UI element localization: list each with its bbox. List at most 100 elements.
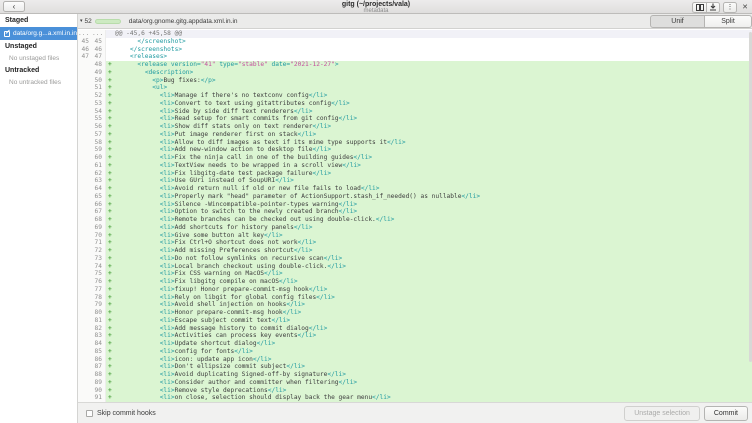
old-line-number [78,317,92,325]
diff-line[interactable]: 4545 </screenshot> [78,38,752,46]
sidebar-item-file[interactable]: data/org.g...a.xml.in.in [0,27,77,40]
diff-line[interactable]: 60+ <li>Fix the ninja call in one of the… [78,154,752,162]
diff-line[interactable]: 74+ <li>Local branch checkout using doub… [78,263,752,271]
diff-marker: + [106,216,115,224]
diff-line[interactable]: 4646 </screenshots> [78,46,752,54]
back-button[interactable]: ‹ [3,1,25,12]
code-text: <li>Add shortcuts for history panels</li… [115,224,752,232]
old-line-number [78,379,92,387]
diff-marker: + [106,340,115,348]
code-text: <li>Fix Ctrl+O shortcut does not work</l… [115,239,752,247]
diff-line[interactable]: 79+ <li>Avoid shell injection on hooks</… [78,301,752,309]
diff-line[interactable]: 71+ <li>Fix Ctrl+O shortcut does not wor… [78,239,752,247]
expander-icon[interactable]: ▾ [80,19,83,24]
old-line-number [78,286,92,294]
new-line-number: 68 [92,216,106,224]
diff-line[interactable]: 86+ <li>icon: update app icon</li> [78,356,752,364]
diff-line[interactable]: 70+ <li>Give some button alt key</li> [78,232,752,240]
diff-line[interactable]: 73+ <li>Do not follow symlinks on recurs… [78,255,752,263]
columns-view-button[interactable] [692,2,706,13]
sidebar-section-unstaged: Unstaged [0,40,77,53]
vertical-scrollbar[interactable] [748,30,752,402]
diff-line[interactable]: 61+ <li>TextView needs to be wrapped in … [78,162,752,170]
diff-line[interactable]: 90+ <li>Remove style deprecations</li> [78,387,752,395]
diff-line[interactable]: 58+ <li>Allow to diff images as text if … [78,139,752,147]
diff-line[interactable]: 4747 <releases> [78,53,752,61]
scrollbar-thumb[interactable] [749,32,752,362]
diff-line[interactable]: 76+ <li>Fix libgitg compile on macOS</li… [78,278,752,286]
diff-marker: + [106,162,115,170]
diff-line[interactable]: 48+ <release version="41" type="stable" … [78,61,752,69]
code-text: <li>Fix libgitg compile on macOS</li> [115,278,752,286]
window-close-button[interactable]: ✕ [740,2,750,13]
diff-line[interactable]: 56+ <li>Show diff stats only on text ren… [78,123,752,131]
diff-line[interactable]: 53+ <li>Convert to text using gitattribu… [78,100,752,108]
diff-line[interactable]: 49+ <description> [78,69,752,77]
new-line-number: 63 [92,177,106,185]
diff-line[interactable]: 65+ <li>Properly mark "head" parameter o… [78,193,752,201]
diff-line[interactable]: 85+ <li>config for fonts</li> [78,348,752,356]
old-line-number [78,131,92,139]
diff-marker: + [106,154,115,162]
old-line-number [78,193,92,201]
diff-line[interactable]: 83+ <li>Activities can process key event… [78,332,752,340]
diff-line[interactable]: 84+ <li>Update shortcut dialog</li> [78,340,752,348]
code-text: <ul> [115,84,752,92]
diff-lines: ......@@ -45,6 +45,58 @@4545 </screensho… [78,30,752,402]
new-line-number: 77 [92,286,106,294]
diff-line[interactable]: 72+ <li>Add missing Preferences shortcut… [78,247,752,255]
diff-line[interactable]: 64+ <li>Avoid return null if old or new … [78,185,752,193]
footer-buttons: Unstage selection Commit [624,406,748,421]
skip-commit-hooks-checkbox[interactable] [86,410,93,417]
diff-line[interactable]: 91+ <li>on close, selection should displ… [78,394,752,402]
code-text: </screenshot> [115,38,752,46]
diff-line[interactable]: 59+ <li>Add new-window action to desktop… [78,146,752,154]
old-line-number [78,278,92,286]
diff-line[interactable]: 50+ <p>Bug fixes:</p> [78,77,752,85]
diff-line[interactable]: 55+ <li>Read setup for smart commits fro… [78,115,752,123]
commit-button[interactable]: Commit [704,406,748,421]
unified-view-button[interactable]: Unif [650,15,705,28]
diff-line[interactable]: 63+ <li>Use GUri instead of SoupURI</li> [78,177,752,185]
diff-line[interactable]: 87+ <li>Don't ellipsize commit subject</… [78,363,752,371]
diff-line[interactable]: 57+ <li>Put image renderer first on stac… [78,131,752,139]
new-line-number: 55 [92,115,106,123]
diff-line[interactable]: 80+ <li>Honor prepare-commit-msg hook</l… [78,309,752,317]
diff-line[interactable]: 88+ <li>Avoid duplicating Signed-off-by … [78,371,752,379]
diff-line[interactable]: 89+ <li>Consider author and committer wh… [78,379,752,387]
diff-line[interactable]: 78+ <li>Rely on libgit for global config… [78,294,752,302]
diff-line[interactable]: 52+ <li>Manage if there's no textconv co… [78,92,752,100]
diff-marker: + [106,201,115,209]
menu-dots-icon: ⋮ [727,4,734,11]
new-line-number: 76 [92,278,106,286]
diff-line[interactable]: 81+ <li>Escape subject commit text</li> [78,317,752,325]
old-line-number [78,123,92,131]
code-text: <li>Show diff stats only on text rendere… [115,123,752,131]
diff-line[interactable]: 69+ <li>Add shortcuts for history panels… [78,224,752,232]
diff-hunk-header: ......@@ -45,6 +45,58 @@ [78,30,752,38]
menu-button[interactable]: ⋮ [723,2,737,13]
diff-line[interactable]: 82+ <li>Add message history to commit di… [78,325,752,333]
new-line-number: 74 [92,263,106,271]
old-line-number [78,162,92,170]
sidebar-section-untracked: Untracked [0,64,77,77]
diff-line[interactable]: 68+ <li>Remote branches can be checked o… [78,216,752,224]
diff-marker: + [106,356,115,364]
unstage-selection-button[interactable]: Unstage selection [624,406,700,421]
split-view-button[interactable]: Split [705,15,752,28]
diff-line[interactable]: 54+ <li>Side by side diff text renderers… [78,108,752,116]
changes-count: 52 [85,18,92,25]
diff-line[interactable]: 66+ <li>Silence -Wincompatible-pointer-t… [78,201,752,209]
diff-line[interactable]: 75+ <li>Fix CSS warning on MacOS</li> [78,270,752,278]
code-text: <li>Avoid shell injection on hooks</li> [115,301,752,309]
code-text: <li>Silence -Wincompatible-pointer-types… [115,201,752,209]
diff-line[interactable]: 62+ <li>Fix libgitg-date test package fa… [78,170,752,178]
old-line-number [78,232,92,240]
diff-line[interactable]: 67+ <li>Option to switch to the newly cr… [78,208,752,216]
save-patch-button[interactable] [706,2,720,13]
diff-marker: + [106,387,115,395]
diff-marker: + [106,115,115,123]
diff-line[interactable]: 51+ <ul> [78,84,752,92]
diff-line[interactable]: 77+ <li>fixup! Honor prepare-commit-msg … [78,286,752,294]
headerbar-actions: ⋮ ✕ [692,1,750,13]
